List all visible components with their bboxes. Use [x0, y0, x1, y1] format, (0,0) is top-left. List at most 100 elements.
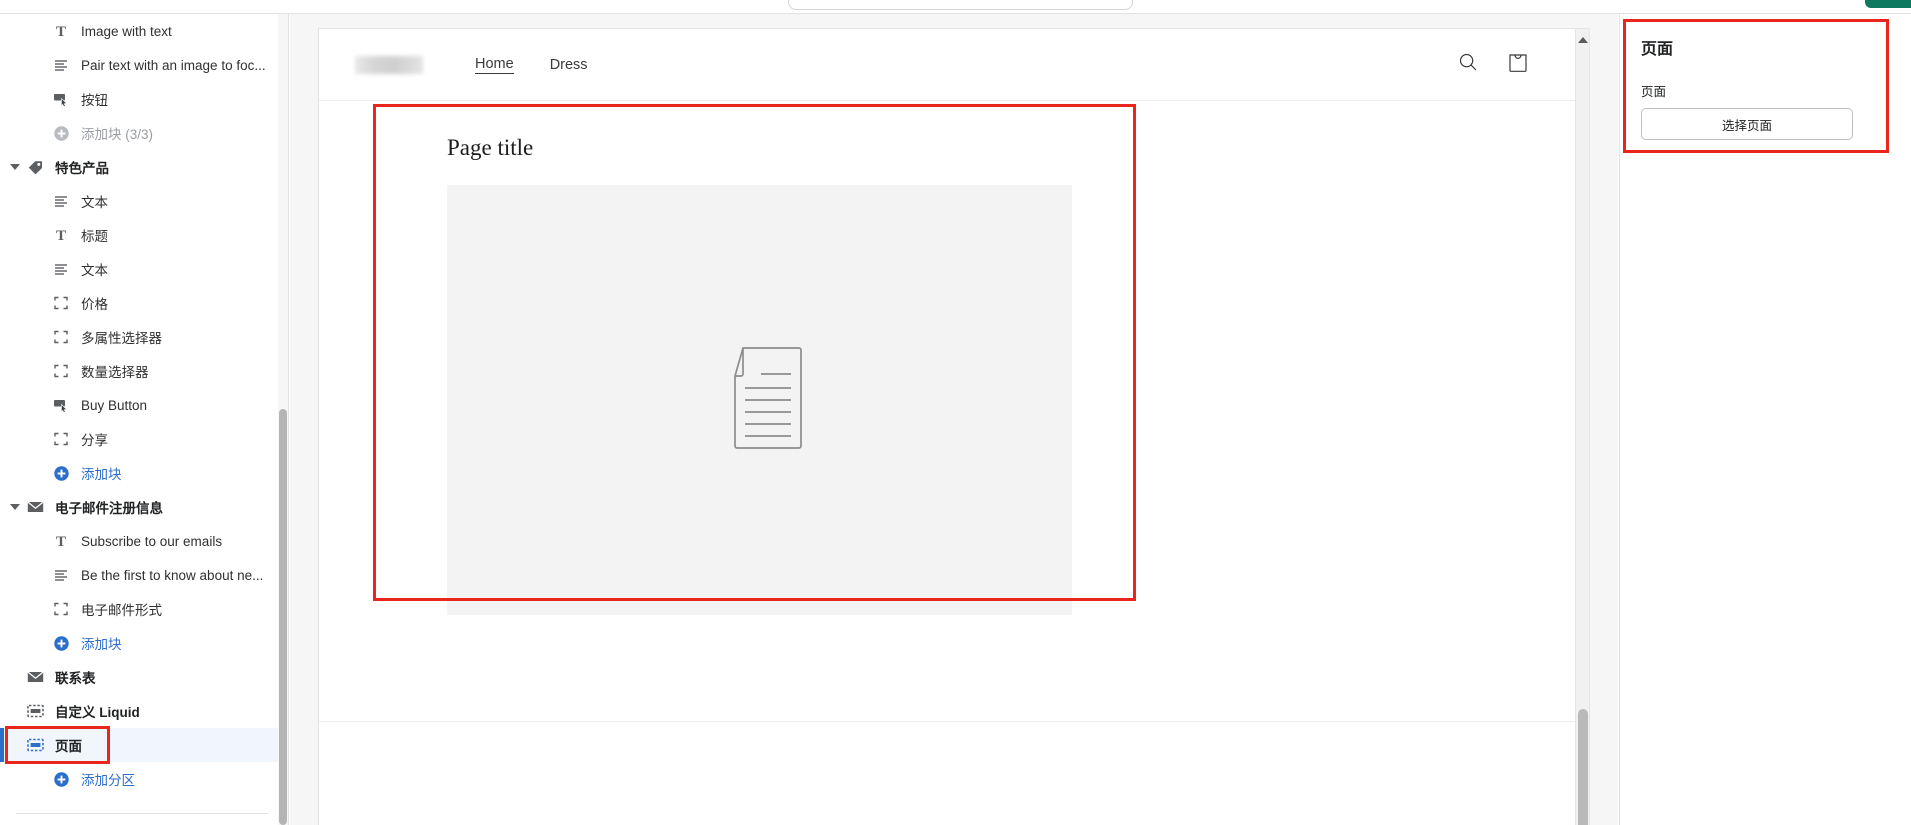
sidebar-block-价格[interactable]: 价格 — [0, 286, 288, 320]
top-primary-button[interactable] — [1865, 0, 1911, 8]
sidebar-section-联系表[interactable]: 联系表 — [0, 660, 288, 694]
top-chrome-strip — [0, 0, 1911, 14]
sidebar-scrollbar-track[interactable] — [278, 14, 288, 825]
sidebar-section-页面[interactable]: 页面 — [0, 728, 288, 762]
section-dashed-icon — [26, 702, 44, 720]
section-divider — [319, 721, 1589, 722]
placeholder-block-icon — [52, 362, 70, 380]
chevron-down-icon[interactable] — [10, 504, 20, 510]
sidebar-item-label: 多属性选择器 — [81, 331, 162, 346]
sidebar-item-label: 价格 — [81, 297, 108, 312]
sidebar-item-label: 联系表 — [55, 671, 96, 686]
sidebar-item-label: 电子邮件形式 — [81, 603, 162, 618]
sidebar-block-文本[interactable]: 文本 — [0, 184, 288, 218]
envelope-icon — [26, 668, 44, 686]
sidebar-item-label: 添加块 — [81, 467, 122, 482]
sidebar-item-label: 添加块 (3/3) — [81, 127, 154, 142]
sidebar-block-添加块-3-3-[interactable]: 添加块 (3/3) — [0, 116, 288, 150]
document-placeholder-icon — [717, 346, 803, 455]
preview-scrollbar-track[interactable] — [1575, 29, 1589, 825]
sidebar-item-label: 分享 — [81, 433, 108, 448]
preview-area: Home Dress Page title — [290, 14, 1618, 825]
tag-icon — [26, 158, 44, 176]
sidebar-section-特色产品[interactable]: 特色产品 — [0, 150, 288, 184]
sidebar-item-label: Subscribe to our emails — [81, 533, 223, 549]
sidebar-item-label: 文本 — [81, 195, 108, 210]
paragraph-icon — [52, 192, 70, 210]
sidebar-item-label: 电子邮件注册信息 — [55, 501, 163, 516]
paragraph-icon — [52, 56, 70, 74]
scroll-up-arrow-icon[interactable] — [1577, 37, 1588, 43]
settings-panel-title: 页面 — [1641, 41, 1674, 58]
add-circle-icon — [52, 634, 70, 652]
sidebar-item-label: 特色产品 — [55, 161, 109, 176]
search-icon[interactable] — [1457, 51, 1479, 78]
store-logo[interactable] — [355, 55, 423, 74]
sidebar-item-label: 按钮 — [81, 93, 108, 108]
sidebar-section-电子邮件注册信息[interactable]: 电子邮件注册信息 — [0, 490, 288, 524]
sidebar-item-label: 自定义 Liquid — [55, 705, 140, 720]
sidebar-block-电子邮件形式[interactable]: 电子邮件形式 — [0, 592, 288, 626]
sidebar-item-label: 添加块 — [81, 637, 122, 652]
sidebar-block-多属性选择器[interactable]: 多属性选择器 — [0, 320, 288, 354]
svg-text:T: T — [56, 534, 66, 549]
sidebar-item-label: 文本 — [81, 263, 108, 278]
page-media-placeholder — [447, 185, 1072, 615]
sidebar-scrollbar-thumb[interactable] — [279, 409, 287, 825]
sidebar-block-pair-text-with-an-image-to-foc-[interactable]: Pair text with an image to foc... — [0, 48, 288, 82]
sidebar-item-label: 数量选择器 — [81, 365, 149, 380]
sidebar-block-标题[interactable]: T 标题 — [0, 218, 288, 252]
storefront-actions — [1457, 50, 1563, 79]
sidebar-item-label: 标题 — [81, 229, 108, 244]
sidebar-item-label: Image with text — [81, 23, 172, 39]
sidebar-item-label: Buy Button — [81, 397, 148, 413]
sidebar-block-分享[interactable]: 分享 — [0, 422, 288, 456]
sidebar-block-文本[interactable]: 文本 — [0, 252, 288, 286]
envelope-icon — [26, 498, 44, 516]
sidebar-item-label: Pair text with an image to foc... — [81, 57, 266, 73]
sidebar-divider — [16, 813, 268, 814]
chevron-down-icon[interactable] — [10, 164, 20, 170]
sidebar-item-label: Be the first to know about ne... — [81, 567, 264, 583]
sections-sidebar[interactable]: T Image with text Pair text with an image … — [0, 14, 289, 825]
text-heading-icon: T — [52, 226, 70, 244]
placeholder-block-icon — [52, 294, 70, 312]
placeholder-block-icon — [52, 430, 70, 448]
storefront-header: Home Dress — [319, 29, 1589, 101]
page-title: Page title — [447, 135, 534, 160]
sidebar-block-添加块[interactable]: 添加块 — [0, 456, 288, 490]
sidebar-item-label: 添加分区 — [81, 773, 135, 788]
sidebar-block-image-with-text[interactable]: T Image with text — [0, 14, 288, 48]
paragraph-icon — [52, 260, 70, 278]
text-heading-icon: T — [52, 22, 70, 40]
paragraph-icon — [52, 566, 70, 584]
nav-link-dress[interactable]: Dress — [550, 57, 588, 73]
preview-scrollbar-thumb[interactable] — [1578, 709, 1588, 825]
sidebar-block-按钮[interactable]: 按钮 — [0, 82, 288, 116]
nav-link-home[interactable]: Home — [475, 56, 514, 74]
shopping-bag-icon[interactable] — [1507, 50, 1529, 79]
placeholder-block-icon — [52, 328, 70, 346]
sidebar-block-buy-button[interactable]: Buy Button — [0, 388, 288, 422]
page-section-body: Page title — [319, 101, 1589, 722]
sidebar-block-数量选择器[interactable]: 数量选择器 — [0, 354, 288, 388]
page-settings-card: 页面 页面 选择页面 — [1623, 19, 1889, 153]
placeholder-block-icon — [52, 600, 70, 618]
page-field-label: 页面 — [1641, 85, 1667, 99]
button-icon — [52, 396, 70, 414]
svg-text:T: T — [56, 228, 66, 243]
storefront-preview-frame[interactable]: Home Dress Page title — [318, 28, 1590, 825]
sidebar-block-subscribe-to-our-emails[interactable]: T Subscribe to our emails — [0, 524, 288, 558]
sidebar-block-添加块[interactable]: 添加块 — [0, 626, 288, 660]
sidebar-section-自定义-liquid[interactable]: 自定义 Liquid — [0, 694, 288, 728]
section-dashed-selected-icon — [26, 736, 44, 754]
text-heading-icon: T — [52, 532, 70, 550]
sidebar-item-label: 页面 — [55, 739, 82, 754]
theme-editor-window: T Image with text Pair text with an image … — [0, 0, 1911, 825]
select-page-button[interactable]: 选择页面 — [1641, 108, 1853, 140]
sidebar-block-be-the-first-to-know-about-ne-[interactable]: Be the first to know about ne... — [0, 558, 288, 592]
button-icon — [52, 90, 70, 108]
top-search-input[interactable] — [788, 0, 1133, 10]
add-circle-icon — [52, 464, 70, 482]
sidebar-block-添加分区[interactable]: 添加分区 — [0, 762, 288, 796]
